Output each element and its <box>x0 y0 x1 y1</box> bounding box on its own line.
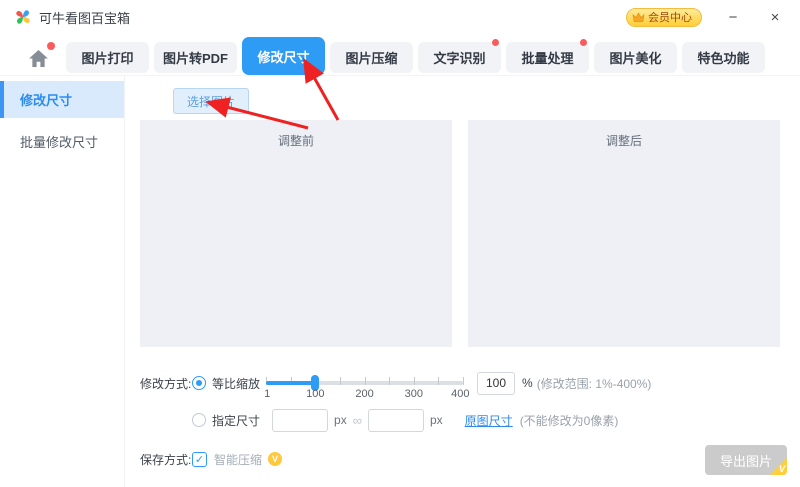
sidebar-item-label: 批量修改尺寸 <box>20 132 98 151</box>
tab-label: 图片打印 <box>81 48 133 67</box>
sidebar: 修改尺寸 批量修改尺寸 <box>0 76 125 487</box>
slider-tick <box>414 377 415 385</box>
slider-tick-label: 100 <box>306 388 324 400</box>
after-panel-label: 调整后 <box>468 120 780 149</box>
slider-tick-label: 400 <box>451 388 469 400</box>
vip-corner-v: V <box>779 464 785 474</box>
modify-method-row: 修改方式: 等比缩放 1 100 200 300 400 % (修改范围: 1%… <box>140 371 651 395</box>
save-method-row: 保存方式: ✓ 智能压缩 V <box>140 447 282 471</box>
export-image-button[interactable]: 导出图片 V <box>705 445 787 475</box>
aspect-link-icon[interactable]: ∞ <box>353 413 362 428</box>
before-panel-label: 调整前 <box>140 120 452 149</box>
minimize-button[interactable]: − <box>722 6 744 28</box>
slider-tick <box>389 377 390 385</box>
tab-label: 图片转PDF <box>163 48 228 67</box>
height-input[interactable] <box>368 409 424 432</box>
tab-label: 文字识别 <box>433 48 485 67</box>
px-label: px <box>430 413 443 427</box>
tab-home[interactable] <box>18 41 58 75</box>
percent-range-hint: (修改范围: 1%-400%) <box>537 375 652 392</box>
sidebar-item-batch-resize[interactable]: 批量修改尺寸 <box>0 123 124 160</box>
save-method-label: 保存方式: <box>140 451 192 468</box>
app-logo-pinwheel-icon <box>14 8 32 26</box>
slider-tick <box>438 377 439 385</box>
tab-batch[interactable]: 批量处理 <box>506 42 589 73</box>
home-notification-dot <box>47 42 55 50</box>
tab-notification-dot <box>492 39 499 46</box>
vip-crown-icon <box>632 12 645 23</box>
scale-option-label: 等比缩放 <box>212 375 260 392</box>
after-panel: 调整后 <box>468 120 780 347</box>
size-radio[interactable] <box>192 413 206 427</box>
slider-fill <box>266 381 315 385</box>
tab-label: 图片压缩 <box>345 48 397 67</box>
tab-label: 特色功能 <box>697 48 749 67</box>
scale-slider[interactable]: 1 100 200 300 400 <box>266 371 463 395</box>
before-panel: 调整前 <box>140 120 452 347</box>
specify-size-row: 指定尺寸 px ∞ px 原图尺寸 (不能修改为0像素) <box>140 408 618 432</box>
member-center-label: 会员中心 <box>648 9 692 25</box>
percent-sign: % <box>522 376 533 390</box>
slider-tick <box>463 377 464 385</box>
slider-tick <box>340 377 341 385</box>
size-option-label: 指定尺寸 <box>212 412 260 429</box>
tab-features[interactable]: 特色功能 <box>682 42 765 73</box>
original-size-link[interactable]: 原图尺寸 <box>465 412 513 429</box>
width-input[interactable] <box>272 409 328 432</box>
close-button[interactable]: × <box>764 6 786 28</box>
home-icon <box>29 50 48 67</box>
slider-tick <box>365 377 366 385</box>
tab-label: 修改尺寸 <box>257 47 309 66</box>
slider-tick-label: 300 <box>405 388 423 400</box>
tab-to-pdf[interactable]: 图片转PDF <box>154 42 237 73</box>
modify-method-label: 修改方式: <box>140 375 192 392</box>
tab-resize[interactable]: 修改尺寸 <box>242 37 325 75</box>
tab-ocr[interactable]: 文字识别 <box>418 42 501 73</box>
sidebar-item-resize[interactable]: 修改尺寸 <box>0 81 124 118</box>
tab-beautify[interactable]: 图片美化 <box>594 42 677 73</box>
vip-badge-icon: V <box>268 452 282 466</box>
sidebar-item-label: 修改尺寸 <box>20 90 72 109</box>
tab-compress[interactable]: 图片压缩 <box>330 42 413 73</box>
main-panel: 选择图片 调整前 调整后 修改方式: 等比缩放 1 100 200 300 40 <box>125 75 800 487</box>
tab-notification-dot <box>580 39 587 46</box>
smart-compress-checkbox[interactable]: ✓ <box>192 452 207 467</box>
tab-bar: 图片打印 图片转PDF 修改尺寸 图片压缩 文字识别 批量处理 图片美化 特色功… <box>0 34 800 75</box>
app-title: 可牛看图百宝箱 <box>39 8 130 27</box>
tab-print[interactable]: 图片打印 <box>66 42 149 73</box>
percent-input[interactable] <box>477 372 515 395</box>
tab-label: 批量处理 <box>521 48 573 67</box>
member-center-button[interactable]: 会员中心 <box>626 8 702 27</box>
scale-radio[interactable] <box>192 376 206 390</box>
slider-tick-label: 200 <box>355 388 373 400</box>
slider-tick-label: 1 <box>264 388 270 400</box>
smart-compress-label: 智能压缩 <box>214 451 262 468</box>
title-bar: 可牛看图百宝箱 会员中心 − × <box>0 0 800 34</box>
px-label: px <box>334 413 347 427</box>
size-hint: (不能修改为0像素) <box>520 412 619 429</box>
export-image-label: 导出图片 <box>720 451 772 470</box>
select-image-button[interactable]: 选择图片 <box>173 88 249 114</box>
tab-label: 图片美化 <box>609 48 661 67</box>
